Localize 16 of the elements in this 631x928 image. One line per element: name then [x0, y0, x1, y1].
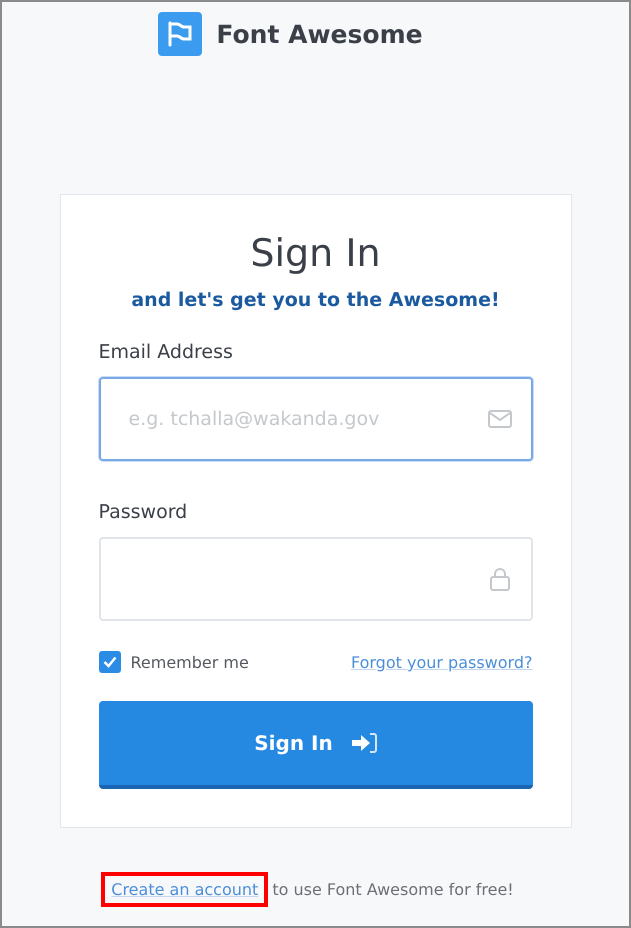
field-label: Password [98, 501, 188, 523]
checkbox-label: Remember me [130, 652, 249, 672]
card-title: Sign In [249, 231, 382, 275]
flag-logo-icon [158, 12, 202, 56]
footer-text: to use Font Awesome for free! [272, 880, 514, 899]
password-field[interactable] [98, 537, 532, 621]
remember-checkbox[interactable] [98, 651, 120, 673]
email-field[interactable]: e.g. tchalla@wakanda.gov [98, 377, 532, 461]
sign-in-button[interactable]: Sign In [98, 701, 532, 789]
field-label: Email Address [98, 341, 234, 363]
card-subtitle: and let's get you to the Awesome! [130, 289, 501, 311]
checkmark-icon [102, 656, 116, 668]
forgot-password-link[interactable]: Forgot your password? [350, 652, 532, 672]
brand-name: Font Awesome [216, 20, 423, 48]
create-account-link[interactable]: Create an account [111, 880, 258, 899]
sign-in-icon [350, 732, 377, 754]
